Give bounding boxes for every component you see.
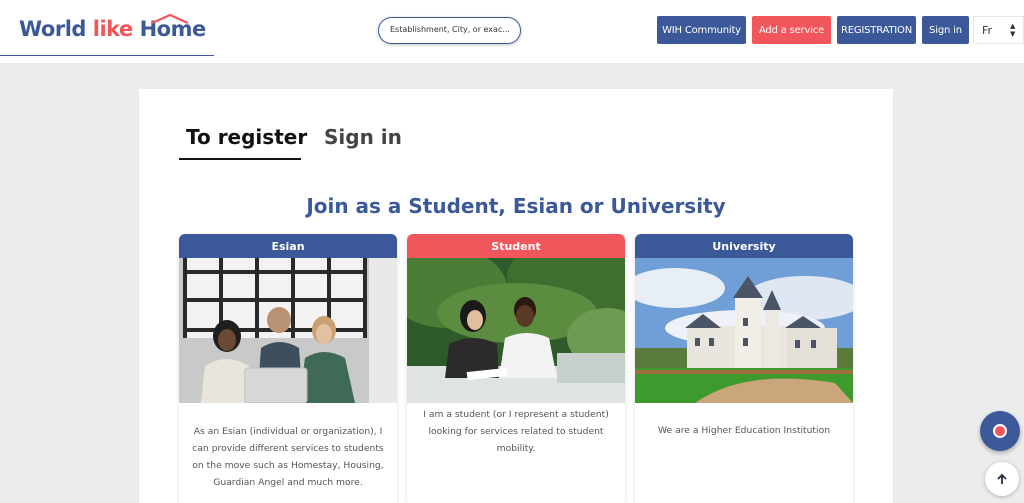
esian-card[interactable]: Esian As an Esian (individual or organiz… [179,234,397,503]
chat-icon [993,424,1007,438]
student-card[interactable]: Student I am a student (or I represent a… [407,234,625,503]
page-heading: Join as a Student, Esian or University [306,194,726,218]
house-roof-icon [151,13,189,25]
logo[interactable]: World like Home [0,0,214,56]
active-tab-indicator [179,158,301,160]
card-title: Student [407,234,625,258]
student-photo [407,258,625,403]
language-select[interactable]: Fr ▲ ▼ [973,16,1024,44]
card-title: University [635,234,853,258]
card-description: As an Esian (individual or organization)… [192,426,384,488]
scroll-top-button[interactable] [985,462,1019,496]
card-description: I am a student (or I represent a student… [423,409,609,454]
university-photo [635,258,853,403]
esian-photo [179,258,397,403]
search-input[interactable]: Establishment, City, or exac... [378,17,521,44]
top-header: World like Home Establishment, City, or … [0,0,1024,63]
card-description: We are a Higher Education Institution [657,425,831,436]
header-sign-in-button[interactable]: Sign in [922,16,969,44]
arrow-up-icon [997,473,1007,484]
language-value: Fr [982,24,993,37]
add-service-button[interactable]: Add a service [752,16,831,44]
registration-button[interactable]: REGISTRATION [837,16,916,44]
chevron-updown-icon: ▲ ▼ [1010,22,1016,38]
card-title: Esian [179,234,397,258]
search-placeholder: Establishment, City, or exac... [390,25,510,34]
tab-sign-in[interactable]: Sign in [324,125,402,149]
logo-text-world: World [19,17,93,41]
logo-text-like: like [92,17,140,41]
wih-community-button[interactable]: WIH Community [657,16,746,44]
tab-register[interactable]: To register [186,125,307,149]
chat-button[interactable] [980,411,1020,451]
university-card[interactable]: University We are a Higher Education Ins… [635,234,853,503]
